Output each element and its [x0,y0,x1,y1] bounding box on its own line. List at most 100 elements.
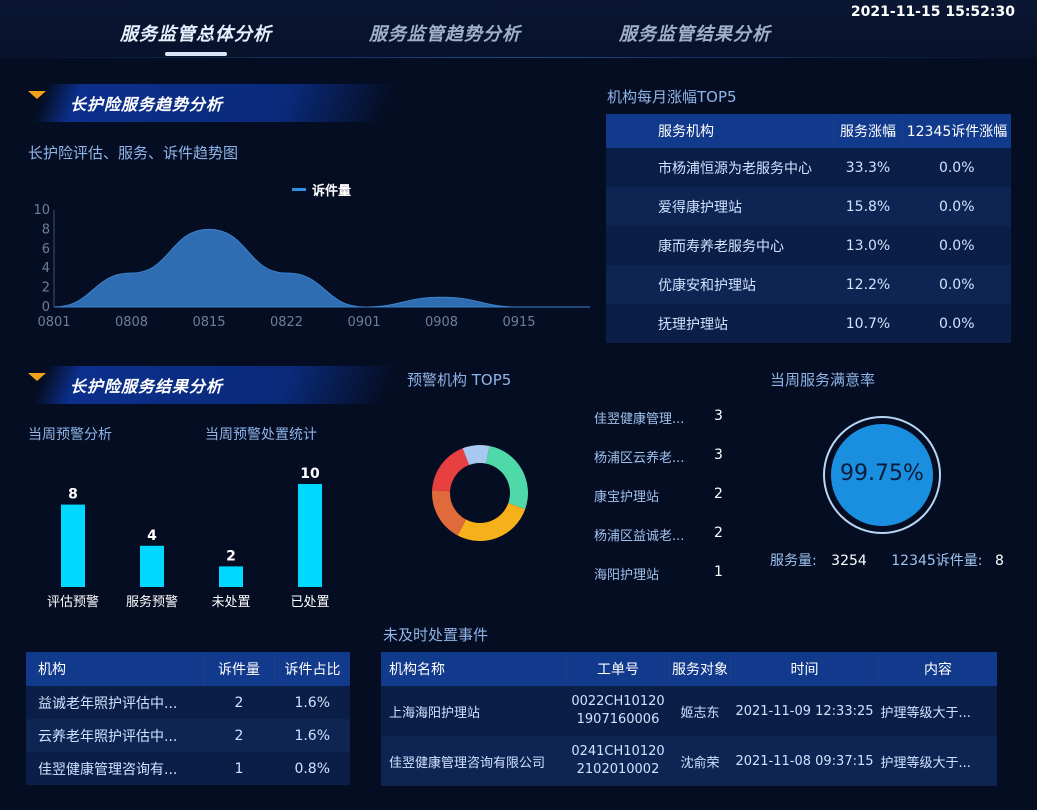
table-header-row: 服务机构 服务涨幅 12345诉件涨幅 [606,114,1011,148]
event-content-cell: 护理等级大于... [880,705,971,721]
value-cell: 0.0% [938,315,975,332]
value-cell: 0.0% [938,159,975,176]
active-tab-indicator [165,52,227,56]
bar-2: 4 服务预警 [126,528,178,610]
warn-org-count: 2 [714,525,723,541]
col-service-growth: 服务涨幅 [833,114,903,148]
x-tick-label: 0901 [347,315,380,330]
ticket-line: 0241CH10120 [571,744,665,759]
value-cell: 0.0% [938,198,975,215]
ticket-line: 1907160006 [576,712,660,727]
bar-category-label: 服务预警 [126,594,178,610]
y-tick-label: 0 [42,300,50,315]
complaint-count-value: 8 [994,553,1004,569]
y-tick-label: 10 [33,203,50,218]
tab-overall-analysis[interactable]: 服务监管总体分析 [120,20,272,46]
legend-swatch [292,188,306,191]
bar-rect [298,484,322,587]
org-name-cell: 佳翌健康管理咨询有... [38,761,178,778]
donut-slice [485,445,528,510]
x-tick-label: 0808 [115,315,148,330]
value-cell: 0.0% [938,237,975,254]
donut-slice [432,448,470,492]
event-person-cell: 沈俞荣 [680,755,720,771]
bar-1: 8 评估预警 [47,487,99,610]
table-row: 佳翌健康管理咨询有限公司 0241CH10120 2102010002 沈俞荣 2021… [381,736,997,786]
table-row: 上海海阳护理站 0022CH10120 1907160006 姬志东 2021-11-0… [381,686,997,736]
org-name-cell: 康而寿养老服务中心 [658,238,784,255]
event-time-cell: 2021-11-08 09:37:15 [735,753,874,769]
ticket-line: 0022CH10120 [571,694,665,709]
col-complaint-count: 诉件量 [203,652,275,686]
chart-legend: 诉件量 [292,183,351,199]
org-name-cell: 抚理护理站 [658,316,728,333]
bar-value-label: 2 [226,548,236,564]
result-section-title: 长护险服务结果分析 [70,377,224,396]
bar-4: 10 已处置 [290,466,329,610]
org-complaint-table: 机构 诉件量 诉件占比 益诚老年照护评估中... 2 1.6% 云养老年照护评估中..… [26,652,350,785]
top5-table: 服务机构 服务涨幅 12345诉件涨幅 市杨浦恒源为老服务中心 33.3% 0.0%… [606,114,1011,343]
warn-top5-title: 预警机构 TOP5 [407,371,512,389]
col-complaint-growth: 12345诉件涨幅 [902,114,1011,148]
tab-result-analysis[interactable]: 服务监管结果分析 [619,20,771,46]
bar-3: 2 未处置 [211,548,250,610]
ticket-line: 2102010002 [576,762,660,777]
col-org-name: 机构名称 [389,662,445,678]
y-tick-label: 6 [42,242,50,257]
value-cell: 2 [234,694,244,711]
value-cell: 2 [234,727,244,744]
warn-org-name: 杨浦区云养老... [594,451,685,466]
warn-org-name: 杨浦区益诚老... [594,529,685,544]
table-header-row: 机构 诉件量 诉件占比 [26,652,350,686]
trend-area-chart: 诉件量 0 2 4 6 8 10 0801 0808 0815 0822 0901 0908 0915 [33,183,590,330]
tab-trend-analysis[interactable]: 服务监管趋势分析 [369,20,521,46]
event-org-cell: 佳翌健康管理咨询有限公司 [389,755,546,771]
value-cell: 13.0% [845,237,891,254]
bar-rect [61,504,85,587]
col-time: 时间 [730,652,879,686]
value-cell: 33.3% [845,159,891,176]
y-tick-label: 4 [42,261,50,276]
event-org-cell: 上海海阳护理站 [389,705,481,721]
x-tick-label: 0915 [502,315,535,330]
event-time-cell: 2021-11-09 12:33:25 [735,703,874,719]
warn-top5-donut [432,445,528,541]
col-org: 服务机构 [658,124,714,140]
table-row: 抚理护理站 10.7% 0.0% [606,304,1011,343]
bar-value-label: 10 [300,466,320,482]
section-marker-icon [28,91,46,99]
org-name-cell: 云养老年照护评估中... [38,728,178,745]
value-cell: 10.7% [845,315,891,332]
x-tick-label: 0815 [192,315,225,330]
event-person-cell: 姬志东 [680,705,720,721]
org-name-cell: 市杨浦恒源为老服务中心 [658,160,812,177]
warn-org-name: 佳翌健康管理... [594,412,685,427]
service-count-label: 服务量: [770,553,817,569]
warn-top5-item: 康宝护理站 2 [594,486,734,506]
x-tick-label: 0801 [37,315,70,330]
warn-org-name: 海阳护理站 [594,568,660,583]
table-row: 佳翌健康管理咨询有... 1 0.8% [26,752,350,785]
table-row: 康而寿养老服务中心 13.0% 0.0% [606,226,1011,265]
value-cell: 0.8% [294,760,331,777]
value-cell: 1.6% [294,727,331,744]
value-cell: 12.2% [845,276,891,293]
satisfaction-rate: 99.75% [840,461,924,486]
table-row: 云养老年照护评估中... 2 1.6% [26,719,350,752]
warn-org-count: 2 [714,486,723,502]
trend-section-title: 长护险服务趋势分析 [70,95,224,114]
value-cell: 0.0% [938,276,975,293]
warn-org-name: 康宝护理站 [594,490,660,505]
bar-rect [219,566,243,587]
org-name-cell: 优康安和护理站 [658,277,756,294]
warn-org-count: 3 [714,447,723,463]
value-cell: 1 [234,760,244,777]
bar-rect [140,545,164,587]
section-marker-icon [28,373,46,381]
table-row: 益诚老年照护评估中... 2 1.6% [26,686,350,719]
bar-value-label: 4 [147,528,157,544]
service-count-value: 3254 [831,553,867,569]
current-datetime: 2021-11-15 15:52:30 [850,4,1015,20]
donut-slice [432,490,466,536]
weekly-handle-label: 当周预警处置统计 [205,427,317,443]
